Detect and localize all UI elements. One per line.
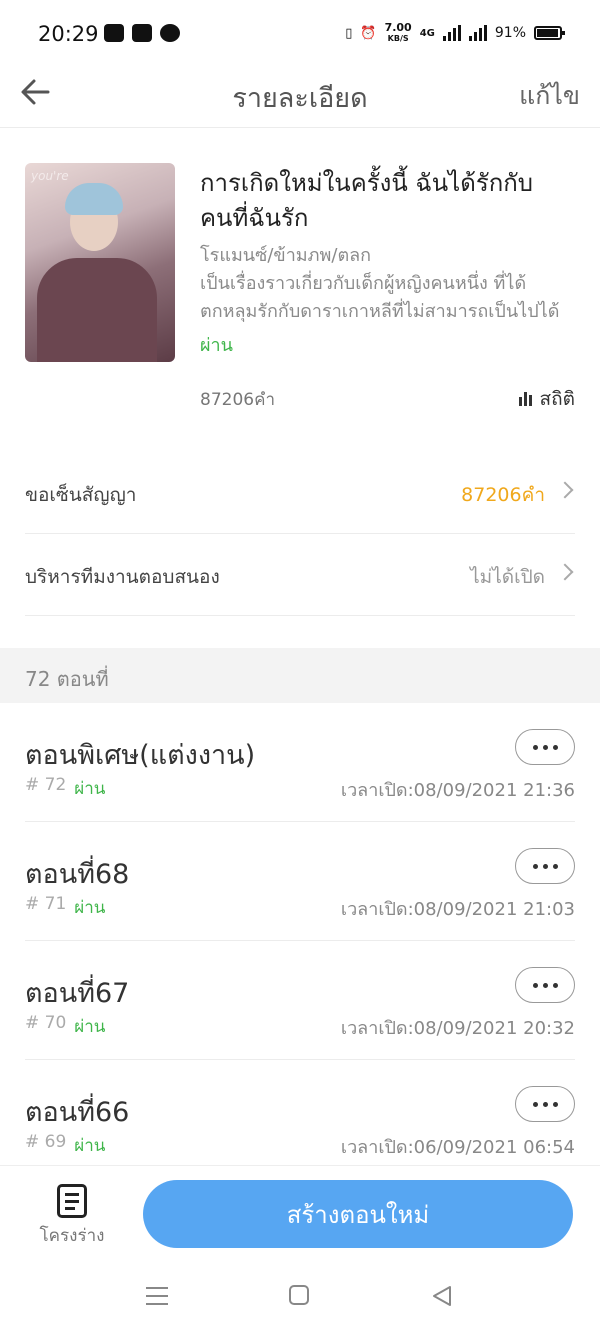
battery-icon [534, 26, 565, 40]
contract-row[interactable]: ขอเซ็นสัญญา 87206คำ [25, 452, 575, 534]
chevron-right-icon [556, 481, 574, 499]
more-dots-icon [532, 1101, 538, 1107]
nav-menu-icon[interactable] [146, 1287, 168, 1305]
response-team-value: ไม่ได้เปิด [470, 566, 545, 588]
chapter-count: 72 ตอนที่ [25, 667, 109, 691]
chapter-item[interactable]: ตอนที่66 # 69 ผ่าน เวลาเปิด:06/09/2021 0… [25, 1060, 575, 1179]
book-status: ผ่าน [200, 335, 233, 356]
line-icon [160, 24, 180, 42]
contract-value: 87206คำ [461, 484, 545, 506]
youtube-icon [104, 24, 124, 42]
book-title: การเกิดใหม่ในครั้งนี้ ฉันได้รักกับคนที่ฉ… [200, 169, 533, 232]
chapter-item[interactable]: ตอนพิเศษ(แต่งงาน) # 72 ผ่าน เวลาเปิด:08/… [25, 703, 575, 822]
book-genre: โรแมนซ์/ข้ามภพ/ตลก [200, 245, 372, 266]
page-title: รายละเอียด [232, 83, 368, 114]
chapter-count-bar: 72 ตอนที่ [0, 648, 600, 703]
alarm-icon: ⏰ [360, 25, 377, 41]
chapter-status: ผ่าน [74, 1136, 106, 1156]
more-button[interactable] [515, 729, 575, 765]
more-dots-icon [532, 863, 538, 869]
status-bar: 20:29 ▯ ⏰ 7.00 KB/S 4G 91% [0, 0, 600, 66]
signal-icon [442, 25, 461, 41]
system-icons: ▯ ⏰ 7.00 KB/S 4G 91% [345, 21, 565, 44]
chapter-meta: # 69 ผ่าน [25, 1132, 105, 1159]
more-dots-icon [532, 744, 538, 750]
chapter-time: เวลาเปิด:06/09/2021 06:54 [340, 1137, 575, 1158]
chapter-meta: # 71 ผ่าน [25, 894, 105, 921]
stats-button[interactable]: สถิติ [518, 384, 575, 414]
chapter-item[interactable]: ตอนที่67 # 70 ผ่าน เวลาเปิด:08/09/2021 2… [25, 941, 575, 1060]
more-button[interactable] [515, 967, 575, 1003]
system-nav-bar [0, 1265, 600, 1333]
more-dots-icon [532, 982, 538, 988]
more-button[interactable] [515, 1086, 575, 1122]
chapter-number: # 69 [25, 1132, 67, 1152]
draft-document-icon [57, 1184, 87, 1218]
edit-button[interactable]: แก้ไข [519, 76, 580, 116]
stats-label: สถิติ [539, 388, 575, 410]
chapter-status: ผ่าน [74, 898, 106, 918]
book-description: เป็นเรื่องราวเกี่ยวกับเด็กผู้หญิงคนหนึ่ง… [200, 273, 560, 322]
chapter-item[interactable]: ตอนที่68 # 71 ผ่าน เวลาเปิด:08/09/2021 2… [25, 822, 575, 941]
app-header: รายละเอียด แก้ไข [0, 66, 600, 128]
battery-percent: 91% [494, 25, 526, 41]
chapter-status: ผ่าน [74, 779, 106, 799]
chapter-time: เวลาเปิด:08/09/2021 21:03 [340, 899, 575, 920]
signal-icon-2 [468, 25, 487, 41]
chapter-number: # 72 [25, 775, 67, 795]
chapter-meta: # 70 ผ่าน [25, 1013, 105, 1040]
chapter-title: ตอนพิเศษ(แต่งงาน) [25, 740, 256, 771]
cover-lettering: you're [31, 169, 69, 183]
create-chapter-button[interactable]: สร้างตอนใหม่ [143, 1180, 573, 1248]
network-speed: 7.00 KB/S [384, 21, 412, 43]
chevron-right-icon [556, 563, 574, 581]
vibrate-icon: ▯ [345, 25, 353, 41]
broom-icon [132, 24, 152, 42]
nav-back-icon[interactable] [430, 1284, 454, 1308]
chapter-title: ตอนที่66 [25, 1097, 130, 1128]
chapter-number: # 70 [25, 1013, 67, 1033]
chapter-status: ผ่าน [74, 1017, 106, 1037]
stats-bars-icon [518, 392, 532, 406]
chapter-time: เวลาเปิด:08/09/2021 20:32 [340, 1018, 575, 1039]
row-label: บริหารทีมงานตอบสนอง [25, 566, 220, 588]
chapter-meta: # 72 ผ่าน [25, 775, 105, 802]
book-cover: you're [25, 163, 175, 362]
status-time: 20:29 [38, 22, 99, 46]
network-type: 4G [419, 27, 435, 39]
row-label: ขอเซ็นสัญญา [25, 484, 137, 506]
more-button[interactable] [515, 848, 575, 884]
notification-icons [104, 24, 180, 42]
chapter-title: ตอนที่67 [25, 978, 130, 1009]
nav-home-icon[interactable] [289, 1285, 309, 1305]
draft-button[interactable]: โครงร่าง [30, 1182, 114, 1252]
chapter-number: # 71 [25, 894, 67, 914]
chapter-time: เวลาเปิด:08/09/2021 21:36 [340, 780, 575, 801]
response-team-row[interactable]: บริหารทีมงานตอบสนอง ไม่ได้เปิด [25, 534, 575, 616]
chapter-title: ตอนที่68 [25, 859, 130, 890]
word-count: 87206คำ [200, 390, 275, 410]
draft-label: โครงร่าง [39, 1226, 105, 1246]
bottom-action-bar: โครงร่าง สร้างตอนใหม่ [0, 1165, 600, 1265]
